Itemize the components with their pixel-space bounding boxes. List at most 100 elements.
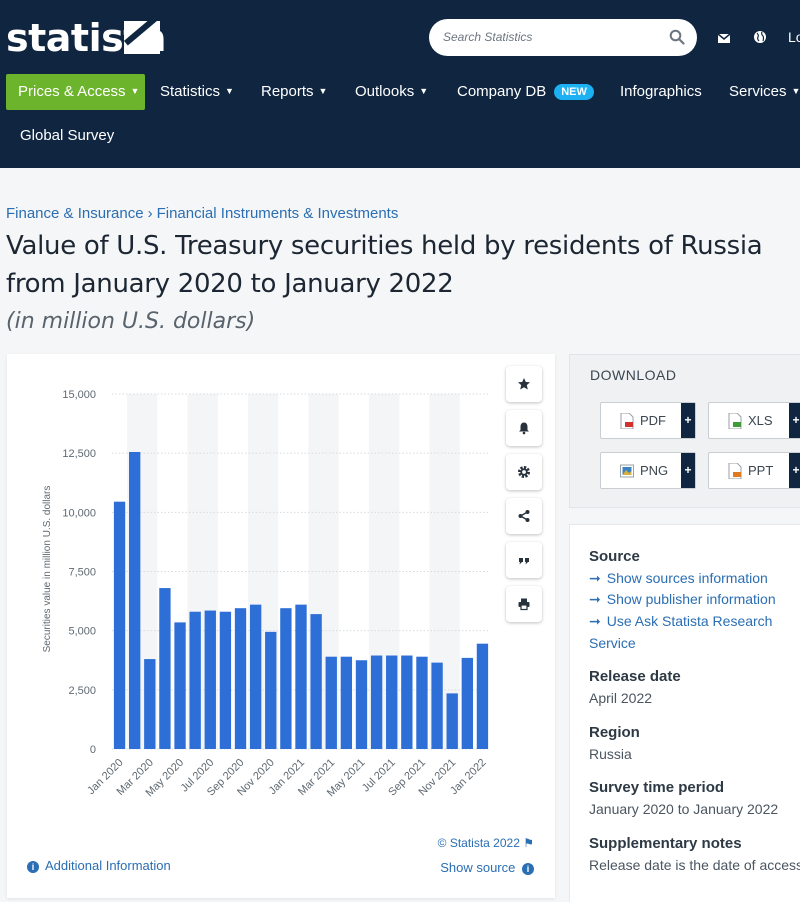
breadcrumb-finance-insurance[interactable]: Finance & Insurance [6,205,144,222]
bar-jan-2021[interactable] [295,604,307,749]
globe-icon[interactable] [753,30,767,44]
region-value: Russia [589,746,632,762]
nav-global-survey[interactable]: Global Survey [20,127,114,144]
bar-oct-2020[interactable] [249,604,262,749]
show-sources-link[interactable]: ➞ Show sources information [589,570,768,587]
plus-icon[interactable]: + [789,453,800,488]
bar-mar-2020[interactable] [144,659,156,749]
chart-card: 0 2,500 5,000 7,500 10,000 12,500 15,000 Jan 2… [7,354,555,898]
statista-copyright[interactable]: © Statista 2022 ⚑ [438,836,534,850]
cite-button[interactable] [506,542,542,578]
print-button[interactable] [506,586,542,622]
statistic-details-panel: Source ➞ Show sources information ➞ Show p… [569,524,800,902]
show-source-link[interactable]: Show source i [440,860,534,875]
favorite-button[interactable] [506,366,542,402]
bar-aug-2020[interactable] [219,611,232,749]
copyright-text: © Statista 2022 [437,836,520,850]
nav-outlooks[interactable]: Outlooks ▼ [355,83,428,100]
plus-icon[interactable]: + [789,403,800,438]
breadcrumb: Finance & Insurance › Financial Instrument… [6,205,398,222]
search-box[interactable]: Search Statistics [429,19,697,56]
search-icon[interactable] [669,29,685,45]
download-png-button[interactable]: PNG + [600,452,696,489]
region-heading: Region [589,724,640,741]
gear-icon [518,466,530,478]
notification-button[interactable] [506,410,542,446]
source-heading: Source [589,548,640,565]
share-icon [518,510,530,522]
download-ppt-label: PPT [748,463,774,478]
site-header: statista Search Statistics Lo Prices & A… [0,0,800,168]
bar-apr-2020[interactable] [159,588,171,749]
new-badge: NEW [554,84,594,100]
y-tick-label: 15,000 [62,389,96,401]
nav-services[interactable]: Services ▼ [729,83,800,100]
bar-may-2021[interactable] [355,660,368,749]
bar-aug-2021[interactable] [401,655,413,749]
ask-statista-link[interactable]: ➞ Use Ask Statista Research [589,613,772,630]
show-source-label: Show source [440,860,516,875]
bar-feb-2021[interactable] [310,614,322,749]
statista-logo-mark[interactable] [124,21,160,54]
plus-icon[interactable]: + [681,453,695,488]
ask-statista-link-continued[interactable]: Service [589,635,636,651]
bar-apr-2021[interactable] [340,656,353,749]
bar-jan-2020[interactable] [113,501,126,749]
nav-company-db-label: Company DB [457,83,547,100]
y-tick-label: 12,500 [62,448,96,460]
bar-chart: 02,5005,0007,50010,00012,50015,000 Jan 2… [42,389,490,799]
y-tick-label: 10,000 [62,507,96,519]
chevron-down-icon: ▼ [130,86,140,96]
bar-jul-2021[interactable] [386,655,398,749]
bar-sep-2020[interactable] [234,608,247,749]
nav-infographics[interactable]: Infographics [620,83,702,100]
nav-reports-label: Reports [261,83,314,100]
nav-statistics[interactable]: Statistics ▼ [160,83,234,100]
download-title: DOWNLOAD [590,367,677,383]
bar-sep-2021[interactable] [416,656,428,749]
bar-dec-2021[interactable] [461,657,473,749]
bar-mar-2021[interactable] [325,656,337,749]
y-tick-label: 7,500 [68,567,96,579]
nav-outlooks-label: Outlooks [355,83,415,100]
bar-jul-2020[interactable] [204,610,216,749]
download-png-label: PNG [640,463,669,478]
survey-period-heading: Survey time period [589,779,725,796]
bar-nov-2020[interactable] [265,631,277,749]
nav-statistics-label: Statistics [160,83,221,100]
pdf-file-icon [620,413,634,429]
breadcrumb-financial-instruments[interactable]: Financial Instruments & Investments [157,205,399,222]
bar-may-2020[interactable] [174,622,186,749]
nav-reports[interactable]: Reports ▼ [261,83,327,100]
nav-prices-label: Prices & Access [18,83,126,100]
chevron-down-icon: ▼ [318,86,328,96]
login-link[interactable]: Lo [788,29,800,45]
nav-company-db[interactable]: Company DB NEW [457,83,594,101]
nav-prices-access[interactable]: Prices & Access ▼ [6,74,145,110]
ask-statista-label: Use Ask Statista Research [606,613,773,629]
bar-feb-2020[interactable] [129,451,141,749]
bar-oct-2021[interactable] [431,662,443,749]
download-pdf-button[interactable]: PDF + [600,402,696,439]
bar-jan-2022[interactable] [476,643,489,749]
png-file-icon [620,464,634,478]
nav-infographics-label: Infographics [620,83,702,100]
flag-icon: ⚑ [523,836,534,850]
share-button[interactable] [506,498,542,534]
download-ppt-button[interactable]: PPT + [708,452,800,489]
bar-jun-2021[interactable] [370,655,383,749]
y-tick-label: 2,500 [68,685,96,697]
additional-information-link[interactable]: i Additional Information [27,858,171,873]
additional-information-label: Additional Information [45,858,171,873]
mail-icon[interactable] [717,31,731,45]
settings-button[interactable] [506,454,542,490]
bar-nov-2021[interactable] [446,693,458,749]
download-xls-button[interactable]: XLS + [708,402,800,439]
arrow-right-icon: ➞ [589,591,601,607]
nav-services-label: Services [729,83,787,100]
bar-jun-2020[interactable] [189,611,201,749]
search-input[interactable]: Search Statistics [443,30,532,44]
show-publisher-link[interactable]: ➞ Show publisher information [589,591,776,608]
plus-icon[interactable]: + [681,403,695,438]
bar-dec-2020[interactable] [280,608,292,749]
